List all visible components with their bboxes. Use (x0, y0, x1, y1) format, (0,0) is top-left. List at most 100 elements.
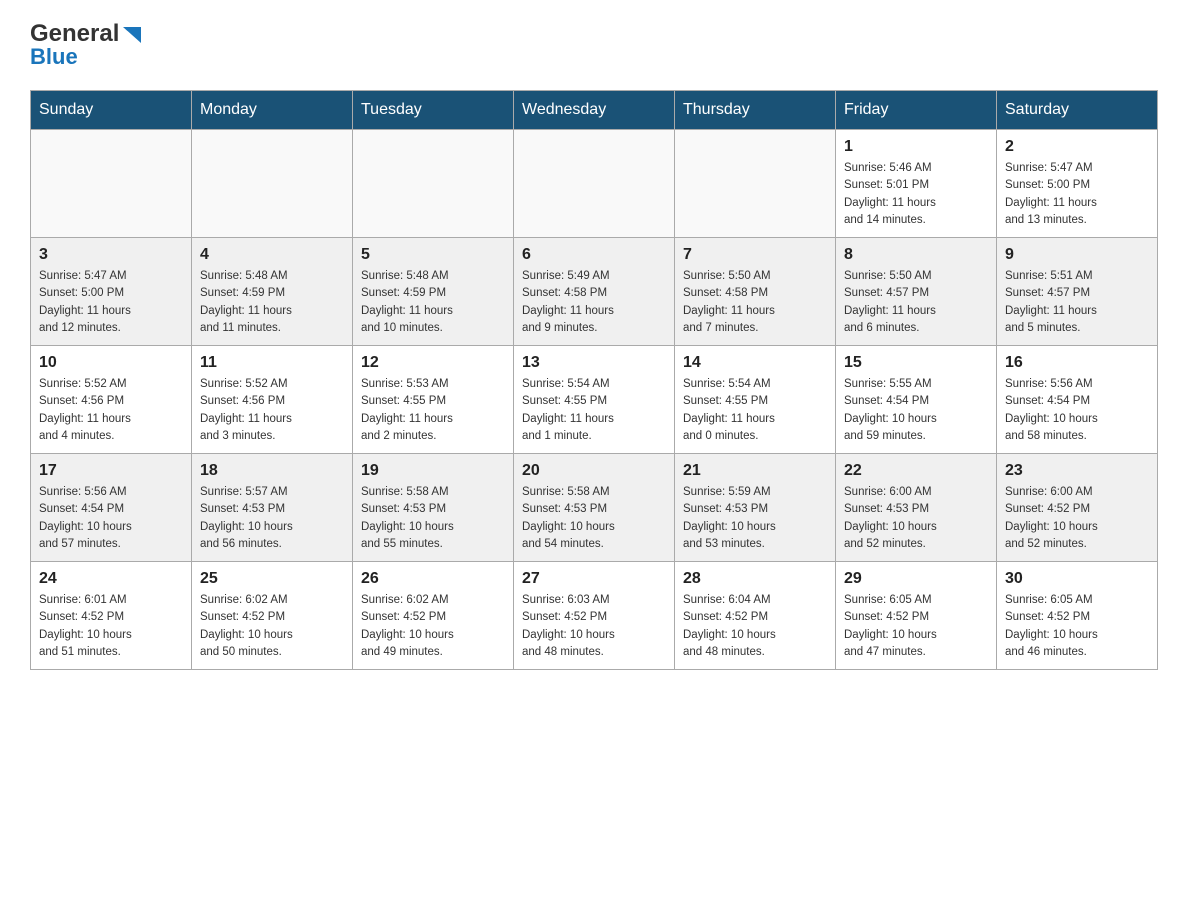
day-info: Sunrise: 5:48 AM Sunset: 4:59 PM Dayligh… (361, 268, 505, 337)
calendar-day-cell: 12Sunrise: 5:53 AM Sunset: 4:55 PM Dayli… (353, 346, 514, 454)
calendar-week-row: 10Sunrise: 5:52 AM Sunset: 4:56 PM Dayli… (31, 346, 1158, 454)
day-number: 11 (200, 354, 344, 372)
day-number: 26 (361, 570, 505, 588)
calendar-week-row: 1Sunrise: 5:46 AM Sunset: 5:01 PM Daylig… (31, 130, 1158, 238)
day-number: 1 (844, 138, 988, 156)
day-info: Sunrise: 5:54 AM Sunset: 4:55 PM Dayligh… (522, 376, 666, 445)
calendar-day-header: Wednesday (514, 91, 675, 130)
calendar-day-cell: 11 Sunrise: 5:52 AM Sunset: 4:56 PM Dayli… (192, 346, 353, 454)
day-info: Sunrise: 5:51 AM Sunset: 4:57 PM Dayligh… (1005, 268, 1149, 337)
day-number: 6 (522, 246, 666, 264)
calendar-day-cell: 13 Sunrise: 5:54 AM Sunset: 4:55 PM Dayli… (514, 346, 675, 454)
day-number: 7 (683, 246, 827, 264)
calendar-day-cell: 29Sunrise: 6:05 AM Sunset: 4:52 PM Dayli… (836, 562, 997, 670)
calendar-day-cell (192, 130, 353, 238)
calendar-day-cell: 6 Sunrise: 5:49 AM Sunset: 4:58 PM Daylig… (514, 238, 675, 346)
calendar-day-header: Saturday (997, 91, 1158, 130)
calendar-week-row: 3Sunrise: 5:47 AM Sunset: 5:00 PM Daylig… (31, 238, 1158, 346)
day-info: Sunrise: 5:59 AM Sunset: 4:53 PM Dayligh… (683, 484, 827, 553)
calendar-day-cell: 23 Sunrise: 6:00 AM Sunset: 4:52 PM Dayli… (997, 454, 1158, 562)
day-info: Sunrise: 6:04 AM Sunset: 4:52 PM Dayligh… (683, 592, 827, 661)
calendar-day-cell: 19 Sunrise: 5:58 AM Sunset: 4:53 PM Dayli… (353, 454, 514, 562)
calendar-day-cell: 3Sunrise: 5:47 AM Sunset: 5:00 PM Daylig… (31, 238, 192, 346)
day-number: 20 (522, 462, 666, 480)
calendar-day-cell (514, 130, 675, 238)
calendar-day-header: Tuesday (353, 91, 514, 130)
day-number: 17 (39, 462, 183, 480)
day-number: 28 (683, 570, 827, 588)
calendar-day-cell: 9 Sunrise: 5:51 AM Sunset: 4:57 PM Daylig… (997, 238, 1158, 346)
calendar-day-cell: 30 Sunrise: 6:05 AM Sunset: 4:52 PM Dayli… (997, 562, 1158, 670)
day-info: Sunrise: 6:05 AM Sunset: 4:52 PM Dayligh… (1005, 592, 1149, 661)
day-number: 14 (683, 354, 827, 372)
day-info: Sunrise: 6:02 AM Sunset: 4:52 PM Dayligh… (361, 592, 505, 661)
day-info: Sunrise: 6:02 AM Sunset: 4:52 PM Dayligh… (200, 592, 344, 661)
day-number: 30 (1005, 570, 1149, 588)
calendar-day-header: Thursday (675, 91, 836, 130)
calendar-day-cell: 14 Sunrise: 5:54 AM Sunset: 4:55 PM Dayli… (675, 346, 836, 454)
day-info: Sunrise: 6:03 AM Sunset: 4:52 PM Dayligh… (522, 592, 666, 661)
day-number: 13 (522, 354, 666, 372)
calendar-day-cell: 4Sunrise: 5:48 AM Sunset: 4:59 PM Daylig… (192, 238, 353, 346)
calendar-day-header: Sunday (31, 91, 192, 130)
logo-triangle-icon (121, 25, 143, 45)
day-number: 21 (683, 462, 827, 480)
day-number: 19 (361, 462, 505, 480)
logo: General Blue (30, 20, 143, 70)
calendar-day-cell: 24Sunrise: 6:01 AM Sunset: 4:52 PM Dayli… (31, 562, 192, 670)
day-number: 29 (844, 570, 988, 588)
day-number: 5 (361, 246, 505, 264)
day-number: 22 (844, 462, 988, 480)
day-number: 16 (1005, 354, 1149, 372)
calendar-day-cell: 8 Sunrise: 5:50 AM Sunset: 4:57 PM Daylig… (836, 238, 997, 346)
calendar-day-cell (353, 130, 514, 238)
calendar-day-cell: 26 Sunrise: 6:02 AM Sunset: 4:52 PM Dayli… (353, 562, 514, 670)
day-number: 9 (1005, 246, 1149, 264)
day-info: Sunrise: 5:58 AM Sunset: 4:53 PM Dayligh… (361, 484, 505, 553)
day-info: Sunrise: 6:01 AM Sunset: 4:52 PM Dayligh… (39, 592, 183, 661)
day-info: Sunrise: 5:56 AM Sunset: 4:54 PM Dayligh… (1005, 376, 1149, 445)
day-number: 27 (522, 570, 666, 588)
day-number: 25 (200, 570, 344, 588)
day-info: Sunrise: 5:52 AM Sunset: 4:56 PM Dayligh… (200, 376, 344, 445)
day-info: Sunrise: 5:50 AM Sunset: 4:57 PM Dayligh… (844, 268, 988, 337)
calendar-day-cell: 15Sunrise: 5:55 AM Sunset: 4:54 PM Dayli… (836, 346, 997, 454)
calendar-week-row: 24Sunrise: 6:01 AM Sunset: 4:52 PM Dayli… (31, 562, 1158, 670)
day-info: Sunrise: 5:52 AM Sunset: 4:56 PM Dayligh… (39, 376, 183, 445)
calendar-day-cell: 22 Sunrise: 6:00 AM Sunset: 4:53 PM Dayli… (836, 454, 997, 562)
calendar-table: SundayMondayTuesdayWednesdayThursdayFrid… (30, 90, 1158, 670)
calendar-day-cell: 18 Sunrise: 5:57 AM Sunset: 4:53 PM Dayli… (192, 454, 353, 562)
calendar-day-cell: 17Sunrise: 5:56 AM Sunset: 4:54 PM Dayli… (31, 454, 192, 562)
day-info: Sunrise: 5:49 AM Sunset: 4:58 PM Dayligh… (522, 268, 666, 337)
calendar-week-row: 17Sunrise: 5:56 AM Sunset: 4:54 PM Dayli… (31, 454, 1158, 562)
day-info: Sunrise: 5:57 AM Sunset: 4:53 PM Dayligh… (200, 484, 344, 553)
calendar-day-cell: 5 Sunrise: 5:48 AM Sunset: 4:59 PM Daylig… (353, 238, 514, 346)
calendar-day-cell: 25 Sunrise: 6:02 AM Sunset: 4:52 PM Dayli… (192, 562, 353, 670)
calendar-day-cell (675, 130, 836, 238)
calendar-day-cell: 7 Sunrise: 5:50 AM Sunset: 4:58 PM Daylig… (675, 238, 836, 346)
day-info: Sunrise: 6:00 AM Sunset: 4:52 PM Dayligh… (1005, 484, 1149, 553)
calendar-day-cell: 16 Sunrise: 5:56 AM Sunset: 4:54 PM Dayli… (997, 346, 1158, 454)
day-info: Sunrise: 5:54 AM Sunset: 4:55 PM Dayligh… (683, 376, 827, 445)
day-number: 2 (1005, 138, 1149, 156)
day-info: Sunrise: 6:00 AM Sunset: 4:53 PM Dayligh… (844, 484, 988, 553)
calendar-day-cell: 20 Sunrise: 5:58 AM Sunset: 4:53 PM Dayli… (514, 454, 675, 562)
day-info: Sunrise: 5:50 AM Sunset: 4:58 PM Dayligh… (683, 268, 827, 337)
calendar-day-cell: 27 Sunrise: 6:03 AM Sunset: 4:52 PM Dayli… (514, 562, 675, 670)
day-info: Sunrise: 5:47 AM Sunset: 5:00 PM Dayligh… (39, 268, 183, 337)
day-number: 8 (844, 246, 988, 264)
calendar-day-cell: 28 Sunrise: 6:04 AM Sunset: 4:52 PM Dayli… (675, 562, 836, 670)
calendar-day-cell: 1Sunrise: 5:46 AM Sunset: 5:01 PM Daylig… (836, 130, 997, 238)
calendar-day-cell: 2 Sunrise: 5:47 AM Sunset: 5:00 PM Daylig… (997, 130, 1158, 238)
day-number: 18 (200, 462, 344, 480)
calendar-day-header: Friday (836, 91, 997, 130)
calendar-day-cell: 21 Sunrise: 5:59 AM Sunset: 4:53 PM Dayli… (675, 454, 836, 562)
day-number: 23 (1005, 462, 1149, 480)
day-info: Sunrise: 5:53 AM Sunset: 4:55 PM Dayligh… (361, 376, 505, 445)
day-info: Sunrise: 5:58 AM Sunset: 4:53 PM Dayligh… (522, 484, 666, 553)
day-number: 15 (844, 354, 988, 372)
logo-blue-text: Blue (30, 44, 78, 70)
day-info: Sunrise: 5:47 AM Sunset: 5:00 PM Dayligh… (1005, 160, 1149, 229)
calendar-day-header: Monday (192, 91, 353, 130)
day-number: 4 (200, 246, 344, 264)
